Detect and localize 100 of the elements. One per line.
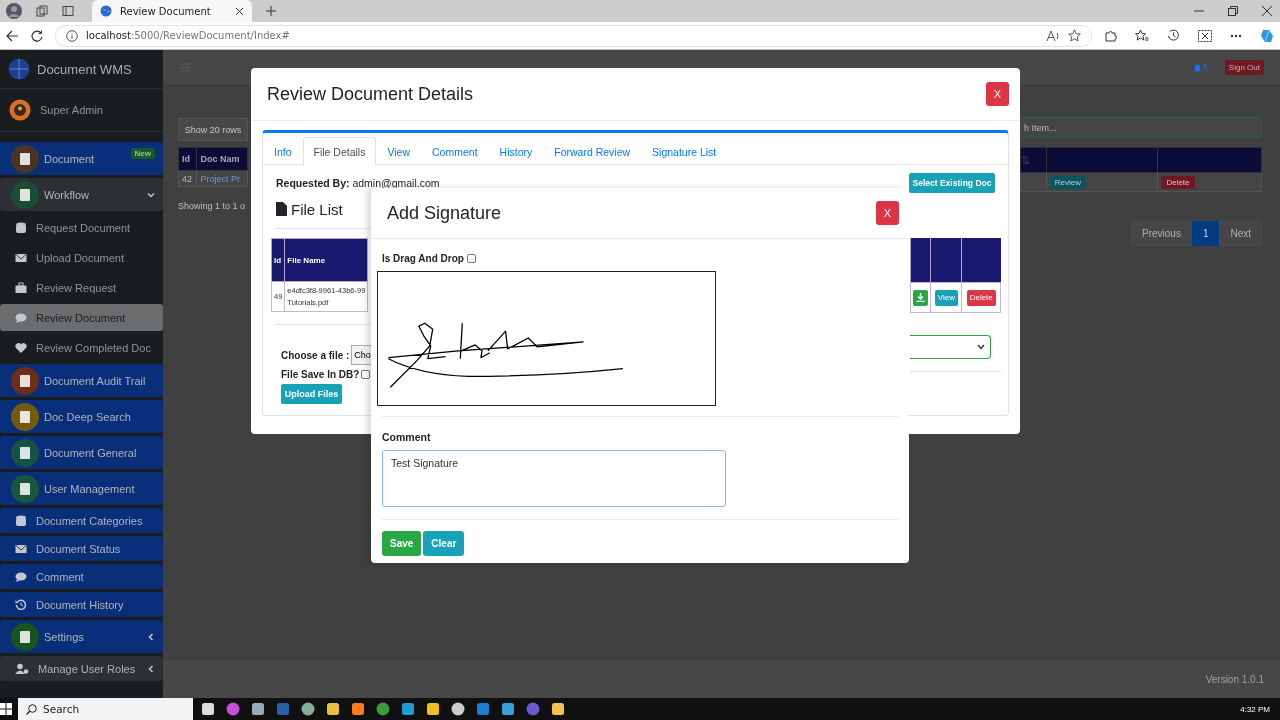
globe-icon	[100, 5, 112, 17]
sidebar-subitem[interactable]: Upload Document	[0, 244, 163, 271]
tab[interactable]: Info	[263, 137, 303, 165]
view-button[interactable]: View	[934, 289, 959, 306]
sidebar-subitem[interactable]: Review Completed Doc	[0, 334, 163, 361]
new-tab-icon[interactable]	[266, 6, 276, 16]
sidebar-item[interactable]: Document History	[0, 592, 163, 617]
app-icon[interactable]	[401, 702, 415, 716]
copilot-icon[interactable]	[1260, 28, 1274, 43]
database-icon	[15, 221, 27, 234]
tab[interactable]: Comment	[421, 137, 489, 165]
select-existing-doc-button[interactable]: Select Existing Doc	[909, 173, 995, 193]
download-button[interactable]	[913, 289, 929, 306]
tab[interactable]: File Details	[302, 137, 377, 165]
drag-and-drop-label: Is Drag And Drop	[382, 252, 464, 264]
app-icon[interactable]	[426, 702, 440, 716]
sign-out-button[interactable]: Sign Out	[1224, 60, 1264, 75]
sidebar-item[interactable]: Workflow	[0, 178, 163, 211]
app-icon[interactable]	[301, 702, 315, 716]
tab[interactable]: Signature List	[641, 137, 728, 165]
requested-by-text: Requested By: admin@gmail.com	[276, 177, 440, 189]
app-icon[interactable]	[351, 702, 365, 716]
sidebar-item[interactable]: Settings	[0, 620, 163, 653]
envelope-icon	[15, 542, 27, 555]
column-header[interactable]: Doc Nam	[196, 147, 248, 171]
history-icon	[15, 598, 27, 611]
search-icon	[26, 703, 37, 715]
round-emblem-icon	[10, 179, 40, 210]
delete-button[interactable]: Delete	[1161, 175, 1195, 189]
checkbox[interactable]	[466, 253, 476, 263]
app-icon[interactable]	[551, 702, 565, 716]
choose-file-button[interactable]: Cho	[351, 345, 374, 365]
info-icon[interactable]	[66, 29, 78, 42]
workspaces-icon[interactable]	[36, 5, 48, 17]
version-text: Version 1.0.1	[1205, 673, 1264, 685]
review-button[interactable]: Review	[1049, 175, 1087, 189]
favorites-icon[interactable]	[1135, 29, 1149, 42]
app-icon[interactable]	[501, 702, 515, 716]
round-emblem-icon	[10, 143, 40, 174]
close-button[interactable]: X	[986, 82, 1009, 106]
signature-pad[interactable]	[377, 271, 716, 406]
dropdown[interactable]	[910, 335, 991, 359]
restore-icon[interactable]	[1228, 6, 1238, 16]
tab-actions-icon[interactable]	[62, 5, 74, 17]
address-bar[interactable]: localhost:5000/ReviewDocument/Index#	[55, 24, 1092, 47]
sidebar-item[interactable]: Document Categories	[0, 508, 163, 533]
pagination-button[interactable]: Next	[1219, 221, 1262, 246]
sidebar-subitem[interactable]: Review Document	[0, 304, 163, 331]
sidebar-item[interactable]: Manage User Roles	[0, 656, 163, 681]
table-search-field[interactable]: h Item...	[1020, 117, 1262, 138]
pagination-button[interactable]: Previous	[1130, 221, 1192, 246]
app-icon[interactable]	[251, 702, 265, 716]
envelope-icon	[15, 251, 27, 264]
sidebar-item[interactable]: Doc Deep Search	[0, 400, 163, 433]
close-icon[interactable]	[235, 6, 244, 16]
sidebar-item[interactable]: Document Status	[0, 536, 163, 561]
tab[interactable]: View	[376, 137, 422, 165]
close-icon[interactable]	[1262, 6, 1272, 16]
close-button[interactable]: X	[876, 201, 899, 225]
app-icon[interactable]	[201, 702, 215, 716]
comment-label: Comment	[382, 431, 431, 443]
more-icon[interactable]	[1230, 33, 1242, 38]
sidebar-item[interactable]: Comment	[0, 564, 163, 589]
app-icon[interactable]	[326, 702, 340, 716]
tab[interactable]: Forward Review	[543, 137, 642, 165]
browser-tab[interactable]: Review Document	[92, 0, 252, 22]
show-rows-button[interactable]: Show 20 rows	[178, 118, 248, 141]
taskbar-search-field[interactable]: Search	[18, 698, 193, 720]
sidebar-item[interactable]: User Management	[0, 472, 163, 505]
round-emblem-icon	[10, 473, 40, 504]
checkbox[interactable]	[361, 370, 371, 379]
pagination-button[interactable]: 1	[1191, 221, 1220, 246]
heart-icon	[15, 341, 27, 354]
sidebar-item[interactable]: Document New	[0, 142, 163, 175]
column-header[interactable]: Id	[178, 147, 197, 171]
tab[interactable]: History	[488, 137, 544, 165]
clock-time: 4:32 PM	[1240, 704, 1271, 714]
sidebar-item[interactable]: Document Audit Trail	[0, 364, 163, 397]
screenshot-icon[interactable]	[1198, 29, 1212, 42]
avatar-icon[interactable]	[6, 3, 22, 19]
new-badge: New	[130, 148, 155, 159]
refresh-icon[interactable]	[31, 29, 43, 42]
back-icon[interactable]	[6, 29, 19, 42]
windows-logo-icon[interactable]	[0, 703, 12, 715]
upload-files-button[interactable]: Upload Files	[281, 384, 342, 404]
star-icon[interactable]	[1068, 29, 1081, 42]
column-header: File Name	[284, 238, 368, 282]
user-name[interactable]: Super Admin	[40, 104, 103, 116]
save-button[interactable]: Save	[382, 531, 422, 556]
read-aloud-icon[interactable]	[1046, 29, 1060, 42]
choose-file-label: Choose a file :	[281, 349, 350, 361]
delete-button[interactable]: Delete	[966, 289, 996, 306]
history-icon[interactable]	[1167, 29, 1180, 42]
app-icon[interactable]	[451, 702, 465, 716]
sidebar-subitem[interactable]: Request Document	[0, 214, 163, 241]
comment-field[interactable]: Test Signature	[382, 450, 726, 507]
clear-button[interactable]: Clear	[423, 531, 465, 556]
sidebar-subitem[interactable]: Review Request	[0, 274, 163, 301]
puzzle-icon[interactable]	[1104, 29, 1117, 42]
sidebar-item[interactable]: Document General	[0, 436, 163, 469]
